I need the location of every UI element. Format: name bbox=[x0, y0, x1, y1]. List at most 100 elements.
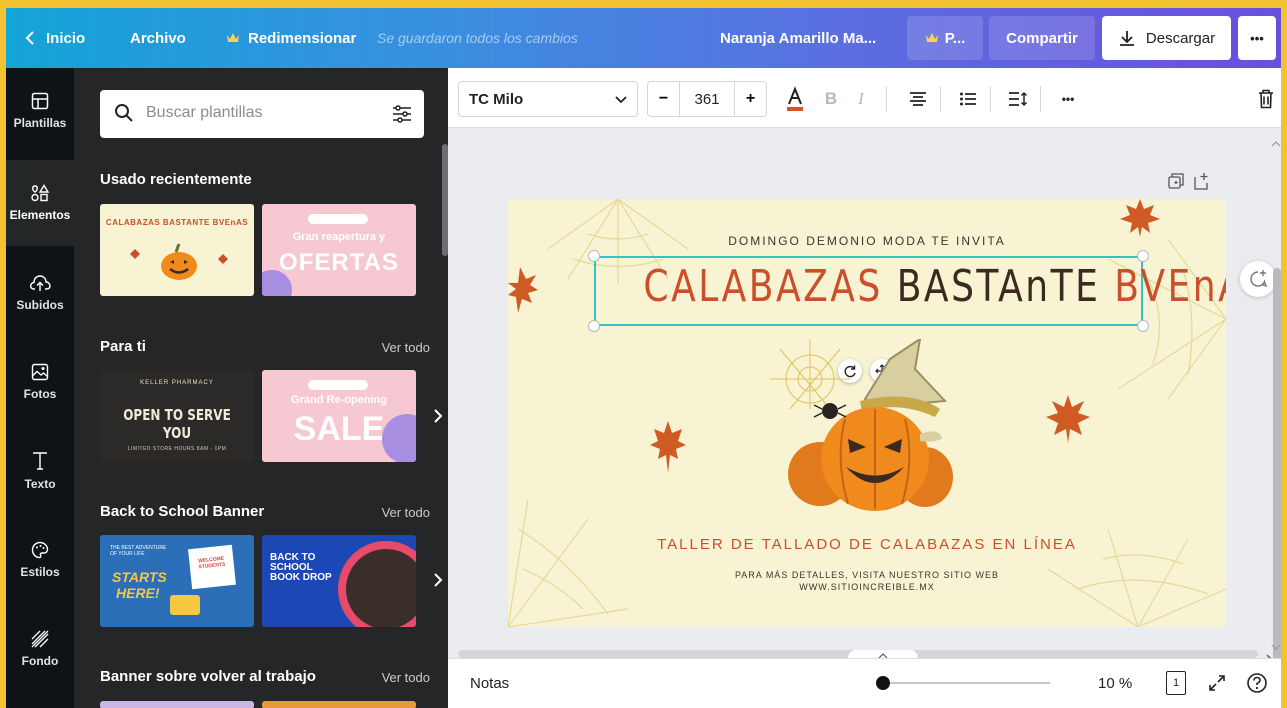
toolbar-divider bbox=[1040, 86, 1041, 112]
thumb-text: Grand Re-opening bbox=[291, 394, 387, 406]
font-size-stepper[interactable]: − 361 + bbox=[647, 81, 767, 117]
font-size-value[interactable]: 361 bbox=[680, 82, 734, 116]
title-word: BVEnAS bbox=[1114, 261, 1226, 312]
invite-text[interactable]: DOMINGO DEMONIO MODA TE INVITA bbox=[508, 234, 1226, 248]
home-label: Inicio bbox=[46, 29, 86, 47]
text-color-button[interactable] bbox=[780, 81, 810, 117]
rail-item-photos[interactable]: Fotos bbox=[6, 339, 74, 425]
file-menu[interactable]: Archivo bbox=[130, 8, 186, 68]
template-thumb-starts-here[interactable]: THE BEST ADVENTURE OF YOUR LIFE STARTS H… bbox=[100, 535, 254, 627]
file-menu-label: Archivo bbox=[130, 29, 186, 47]
pro-button[interactable]: P... bbox=[907, 16, 983, 60]
zoom-slider-track[interactable] bbox=[880, 682, 1050, 684]
resize-handle[interactable] bbox=[588, 250, 600, 262]
thumb-text: OFERTAS bbox=[279, 249, 399, 276]
download-button[interactable]: Descargar bbox=[1102, 16, 1231, 60]
rail-label: Estilos bbox=[20, 565, 60, 579]
bold-button[interactable]: B bbox=[816, 81, 846, 117]
zoom-slider-thumb[interactable] bbox=[876, 676, 890, 690]
toolbar-divider bbox=[990, 86, 991, 112]
canvas-vertical-scrollbar[interactable] bbox=[1273, 268, 1281, 678]
rail-label: Fotos bbox=[23, 387, 57, 401]
search-placeholder: Buscar plantillas bbox=[146, 104, 263, 121]
title-word: BASTAnTE bbox=[896, 261, 1101, 312]
carousel-next-button[interactable] bbox=[428, 560, 448, 600]
scroll-down-icon[interactable] bbox=[1271, 643, 1281, 651]
delete-button[interactable] bbox=[1254, 81, 1278, 117]
align-center-icon bbox=[910, 92, 926, 106]
zoom-level[interactable]: 10 % bbox=[1098, 675, 1132, 692]
bullet-list-icon bbox=[960, 92, 976, 106]
more-options-button[interactable]: ••• bbox=[1238, 16, 1276, 60]
leaf-icon bbox=[130, 249, 140, 259]
rail-item-text[interactable]: Texto bbox=[6, 428, 74, 514]
resize-button[interactable]: Redimensionar bbox=[226, 8, 356, 68]
italic-button[interactable]: I bbox=[846, 81, 876, 117]
template-thumb-book-drop[interactable]: BACK TO SCHOOL BOOK DROP bbox=[262, 535, 416, 627]
thumb-note: WELCOME STUDENTS bbox=[188, 544, 236, 590]
rail-item-templates[interactable]: Plantillas bbox=[6, 68, 74, 154]
see-all-link[interactable]: Ver todo bbox=[382, 340, 430, 355]
rail-item-elements[interactable]: Elementos bbox=[6, 160, 74, 246]
see-all-link[interactable]: Ver todo bbox=[382, 505, 430, 520]
subtitle-text[interactable]: TALLER DE TALLADO DE CALABAZAS EN LÍNEA bbox=[508, 536, 1226, 553]
bottom-bar: Notas 10 % 1 bbox=[448, 658, 1281, 708]
template-search[interactable]: Buscar plantillas bbox=[100, 90, 424, 138]
resize-handle[interactable] bbox=[1137, 320, 1149, 332]
pumpkin-illustration[interactable] bbox=[770, 339, 970, 514]
fullscreen-icon[interactable] bbox=[1208, 674, 1226, 692]
font-size-decrease[interactable]: − bbox=[648, 82, 680, 116]
scroll-up-icon[interactable] bbox=[1271, 140, 1281, 148]
notes-button[interactable]: Notas bbox=[470, 675, 509, 692]
text-color-icon bbox=[787, 86, 803, 111]
filter-icon[interactable] bbox=[392, 104, 412, 124]
template-thumb-work-1[interactable] bbox=[100, 701, 254, 708]
thumb-pill bbox=[308, 380, 368, 390]
leaf-icon bbox=[218, 254, 228, 264]
pumpkin-icon bbox=[161, 243, 197, 280]
template-thumb-reopening[interactable]: Gran reapertura y OFERTAS bbox=[262, 204, 416, 296]
design-page[interactable]: DOMINGO DEMONIO MODA TE INVITA CALABAZAS… bbox=[508, 199, 1226, 627]
align-button[interactable] bbox=[903, 81, 933, 117]
share-button[interactable]: Compartir bbox=[989, 16, 1095, 60]
document-title[interactable]: Naranja Amarillo Ma... bbox=[720, 8, 876, 68]
list-button[interactable] bbox=[953, 81, 983, 117]
text-icon bbox=[33, 452, 47, 470]
thumb-text: KELLER PHARMACY bbox=[140, 380, 214, 386]
url-text[interactable]: WWW.SITIOINCREIBLE.MX bbox=[508, 582, 1226, 592]
resize-handle[interactable] bbox=[588, 320, 600, 332]
duplicate-page-icon[interactable] bbox=[1168, 173, 1184, 189]
font-family-select[interactable]: TC Milo bbox=[458, 81, 638, 117]
spacing-button[interactable] bbox=[1003, 81, 1033, 117]
rail-item-background[interactable]: Fondo bbox=[6, 606, 74, 692]
thumb-text: OPEN TO SERVE YOU bbox=[123, 406, 231, 442]
download-label: Descargar bbox=[1145, 29, 1216, 47]
page-count-button[interactable]: 1 bbox=[1166, 671, 1186, 695]
rail-item-styles[interactable]: Estilos bbox=[6, 517, 74, 603]
toolbar-divider bbox=[886, 86, 887, 112]
search-icon bbox=[115, 104, 133, 122]
rail-item-uploads[interactable]: Subidos bbox=[6, 250, 74, 336]
thumb-text: BOOK DROP bbox=[270, 572, 332, 583]
font-name: TC Milo bbox=[469, 91, 524, 108]
elements-icon bbox=[31, 184, 50, 202]
template-thumb-work-2[interactable] bbox=[262, 701, 416, 708]
template-thumb-sale[interactable]: Grand Re-opening SALE bbox=[262, 370, 416, 462]
design-title[interactable]: CALABAZAS BASTAnTE BVEnAS bbox=[643, 261, 1226, 312]
palette-icon bbox=[31, 541, 49, 559]
save-status: Se guardaron todos los cambios bbox=[377, 30, 578, 46]
template-thumb-pharmacy[interactable]: KELLER PHARMACY OPEN TO SERVE YOU LIMITE… bbox=[100, 370, 254, 462]
download-icon bbox=[1119, 31, 1134, 46]
template-thumb-halloween[interactable]: CALABAZAS BASTANTE BVEnAS bbox=[100, 204, 254, 296]
see-all-link[interactable]: Ver todo bbox=[382, 670, 430, 685]
toolbar-more-button[interactable]: ••• bbox=[1053, 81, 1083, 117]
details-text[interactable]: PARA MÁS DETALLES, VISITA NUESTRO SITIO … bbox=[508, 570, 1226, 580]
font-size-increase[interactable]: + bbox=[734, 82, 766, 116]
add-comment-button[interactable] bbox=[1240, 261, 1276, 297]
pro-label: P... bbox=[944, 29, 966, 47]
home-link[interactable]: Inicio bbox=[24, 8, 85, 68]
carousel-next-button[interactable] bbox=[428, 396, 448, 436]
help-icon[interactable] bbox=[1246, 672, 1268, 694]
maple-leaf-icon bbox=[1046, 395, 1090, 443]
add-page-icon[interactable] bbox=[1194, 172, 1210, 190]
